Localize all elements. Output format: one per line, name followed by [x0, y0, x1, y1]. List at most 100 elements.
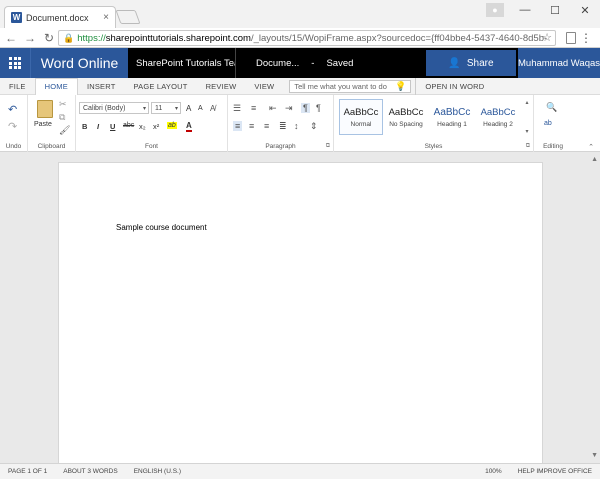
strikethrough-button[interactable]: abc: [123, 122, 134, 129]
rtl-icon[interactable]: ¶: [316, 103, 321, 113]
tab-insert[interactable]: INSERT: [78, 78, 125, 95]
italic-button[interactable]: I: [97, 122, 99, 131]
styles-gallery-scroll[interactable]: ▴ ▾: [523, 99, 531, 135]
lightbulb-icon: 💡: [395, 80, 407, 91]
url-input[interactable]: 🔒 https:// sharepointtutorials.sharepoin…: [58, 30, 556, 46]
bookmark-star-icon[interactable]: ☆: [542, 31, 552, 44]
font-family-dropdown[interactable]: Calibri (Body) ▾: [79, 102, 149, 114]
style-heading-1[interactable]: AaBbCc Heading 1: [430, 99, 474, 135]
underline-button[interactable]: U: [110, 122, 115, 131]
office-header: Word Online SharePoint Tutorials Team ..…: [0, 48, 600, 78]
style-sample: AaBbCc: [343, 106, 379, 118]
undo-icon[interactable]: ↶: [8, 103, 17, 116]
paste-button[interactable]: Paste: [34, 121, 52, 128]
user-account-button[interactable]: Muhammad Waqas: [518, 48, 600, 78]
highlight-button[interactable]: ab: [167, 122, 177, 129]
document-canvas[interactable]: Sample course document: [0, 152, 600, 467]
tab-page-layout[interactable]: PAGE LAYOUT: [125, 78, 197, 95]
styles-group: AaBbCc Normal AaBbCc No Spacing AaBbCc H…: [334, 95, 534, 152]
new-tab-button[interactable]: [115, 10, 141, 24]
language[interactable]: ENGLISH (U.S.): [126, 468, 189, 475]
tab-file[interactable]: FILE: [0, 78, 35, 95]
font-group: Calibri (Body) ▾ 11 ▾ A A A̸ B I U abc x…: [76, 95, 228, 152]
increase-indent-icon[interactable]: ⇥: [285, 103, 293, 114]
open-in-word-button[interactable]: OPEN IN WORD: [415, 77, 493, 95]
chevron-down-icon[interactable]: ▾: [525, 128, 528, 135]
bullets-icon[interactable]: ☰: [233, 103, 241, 114]
app-name[interactable]: Word Online: [30, 48, 128, 78]
style-heading-2[interactable]: AaBbCc Heading 2: [476, 99, 520, 135]
profile-icon[interactable]: ●: [486, 3, 504, 17]
ltr-icon[interactable]: ¶: [301, 103, 310, 113]
grow-font-button[interactable]: A: [186, 104, 191, 113]
document-name: Docume...: [256, 57, 300, 69]
clipboard-group-label: Clipboard: [37, 143, 66, 150]
app-launcher-button[interactable]: [0, 48, 30, 78]
scroll-up-icon[interactable]: ▲: [591, 156, 598, 163]
scroll-down-icon[interactable]: ▼: [591, 452, 598, 459]
replace-icon[interactable]: ab: [544, 120, 552, 127]
extension-icon[interactable]: [566, 32, 576, 44]
paragraph-group-label: Paragraph: [265, 143, 296, 150]
find-icon[interactable]: 🔍: [546, 102, 557, 113]
shrink-font-button[interactable]: A: [198, 105, 203, 112]
subscript-button[interactable]: x₂: [139, 122, 146, 131]
bold-button[interactable]: B: [82, 122, 87, 131]
style-sample: AaBbCc: [433, 106, 471, 118]
clear-formatting-icon[interactable]: A̸: [210, 104, 215, 113]
site-name-link[interactable]: SharePoint Tutorials Team ...: [128, 48, 236, 78]
tab-review[interactable]: REVIEW: [197, 78, 246, 95]
document-page[interactable]: Sample course document: [58, 162, 543, 467]
url-host: sharepointtutorials.sharepoint.com: [105, 32, 251, 44]
ribbon-home: ↶ ↷ Undo Paste ✂ ⧉ 🖌 Clipboard Calibri (…: [0, 95, 600, 152]
close-window-button[interactable]: ✕: [570, 0, 600, 20]
numbering-icon[interactable]: ≡: [251, 103, 256, 113]
decrease-indent-icon[interactable]: ⇤: [269, 103, 277, 114]
ribbon-tabs: FILE HOME INSERT PAGE LAYOUT REVIEW VIEW…: [0, 77, 600, 96]
superscript-button[interactable]: x²: [153, 122, 159, 131]
font-color-button[interactable]: A: [186, 121, 192, 132]
minimize-button[interactable]: —: [510, 0, 540, 20]
browser-tab[interactable]: W Document.docx ×: [4, 6, 116, 28]
tab-close-icon[interactable]: ×: [103, 12, 109, 23]
zoom-level[interactable]: 100%: [477, 468, 510, 475]
style-sample: AaBbCc: [388, 106, 424, 118]
redo-icon[interactable]: ↷: [8, 120, 17, 133]
align-center-icon[interactable]: ≡: [249, 121, 254, 131]
document-title[interactable]: Docume... - Saved: [236, 48, 376, 78]
align-left-icon[interactable]: ≡: [233, 121, 243, 131]
browser-menu-icon[interactable]: ⋮: [580, 31, 592, 45]
reload-icon[interactable]: ↻: [41, 31, 57, 45]
font-size-dropdown[interactable]: 11 ▾: [151, 102, 181, 114]
style-no-spacing[interactable]: AaBbCc No Spacing: [384, 99, 428, 135]
tab-view[interactable]: VIEW: [245, 78, 283, 95]
undo-group-label: Undo: [5, 143, 22, 150]
paragraph-spacing-icon[interactable]: ⇕: [310, 121, 318, 132]
document-body-text[interactable]: Sample course document: [116, 223, 207, 232]
share-button[interactable]: 👤 Share: [426, 50, 516, 76]
waffle-icon: [9, 57, 21, 69]
style-name: Heading 2: [483, 120, 513, 128]
forward-icon[interactable]: →: [22, 31, 38, 45]
maximize-button[interactable]: ☐: [540, 0, 570, 20]
font-group-label: Font: [144, 143, 158, 150]
line-spacing-icon[interactable]: ↕: [294, 121, 299, 131]
style-name: Heading 1: [437, 120, 467, 128]
copy-icon[interactable]: ⧉: [59, 112, 65, 123]
style-normal[interactable]: AaBbCc Normal: [339, 99, 383, 135]
tab-home[interactable]: HOME: [34, 77, 78, 96]
page-count: PAGE 1 OF 1: [8, 468, 48, 475]
cut-icon[interactable]: ✂: [59, 99, 67, 110]
help-improve-link[interactable]: HELP IMPROVE OFFICE: [510, 468, 600, 475]
format-painter-icon[interactable]: 🖌: [59, 125, 70, 136]
collapse-ribbon-icon[interactable]: ⌃: [588, 143, 594, 151]
paste-icon[interactable]: [37, 100, 53, 118]
url-scheme: https://: [77, 32, 106, 44]
chevron-up-icon[interactable]: ▴: [525, 99, 528, 106]
justify-icon[interactable]: ≣: [279, 121, 287, 132]
align-right-icon[interactable]: ≡: [264, 121, 269, 131]
styles-group-label: Styles: [424, 143, 443, 150]
back-icon[interactable]: ←: [3, 31, 19, 45]
tell-me-input[interactable]: Tell me what you want to do 💡: [289, 79, 412, 93]
add-person-icon: 👤: [448, 57, 461, 69]
